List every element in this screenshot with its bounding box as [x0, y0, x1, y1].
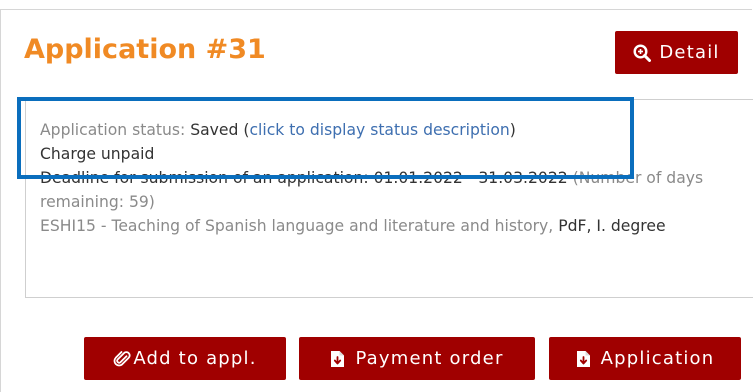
program-level: PdF, I. degree	[558, 217, 666, 235]
status-close-paren: )	[509, 121, 516, 139]
status-value: Saved	[190, 121, 239, 139]
deadline-line: Deadline for submission of an applicatio…	[40, 166, 740, 214]
application-download-label: Application	[600, 348, 715, 369]
add-to-application-button[interactable]: Add to appl.	[84, 337, 286, 380]
zoom-icon	[633, 43, 652, 62]
status-description-link[interactable]: click to display status description	[249, 121, 509, 139]
program-sep: ,	[548, 217, 559, 235]
detail-button[interactable]: Detail	[615, 31, 738, 74]
charge-status: Charge unpaid	[40, 145, 155, 163]
status-open-paren: (	[238, 121, 250, 139]
detail-button-label: Detail	[659, 42, 720, 63]
file-download-icon	[576, 350, 590, 367]
program-name: ESHI15 - Teaching of Spanish language an…	[40, 217, 549, 235]
deadline-range: 01.01.2022 - 31.03.2022	[373, 169, 568, 187]
program-line: ESHI15 - Teaching of Spanish language an…	[40, 214, 740, 238]
application-download-button[interactable]: Application	[549, 337, 741, 380]
application-title: Application #31	[24, 34, 266, 65]
status-label: Application status:	[40, 121, 191, 139]
add-to-application-label: Add to appl.	[133, 348, 257, 369]
status-line: Application status: Saved (click to disp…	[40, 118, 740, 142]
paperclip-icon	[113, 350, 131, 366]
file-download-icon	[331, 350, 345, 367]
deadline-label: Deadline for submission of an applicatio…	[40, 169, 374, 187]
payment-order-button[interactable]: Payment order	[299, 337, 535, 380]
payment-order-label: Payment order	[355, 348, 504, 369]
application-info: Application status: Saved (click to disp…	[40, 118, 740, 238]
